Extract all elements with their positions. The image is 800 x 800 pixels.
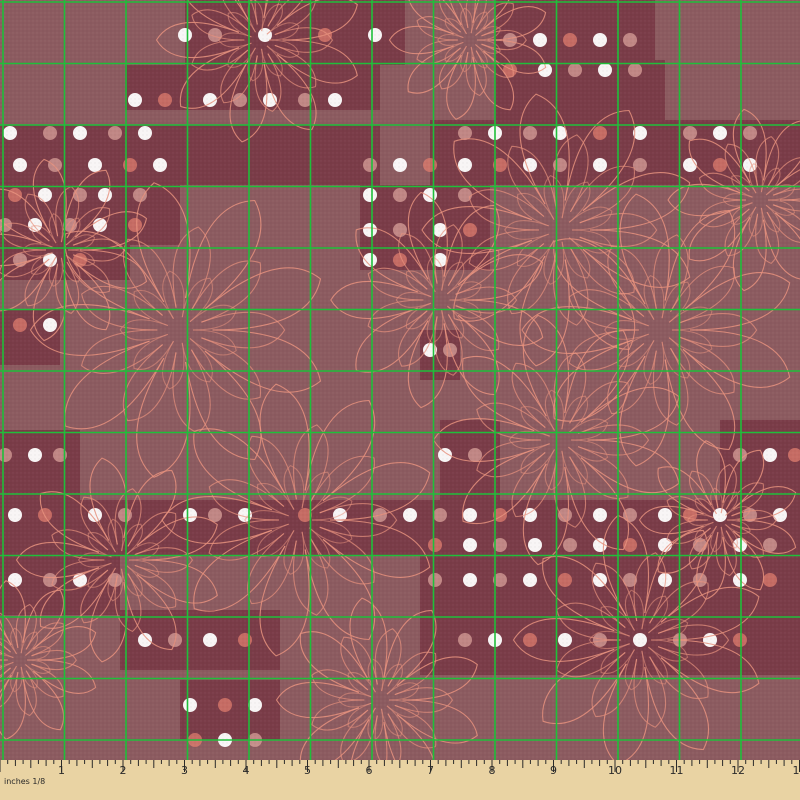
ruler-label: 12: [731, 764, 745, 777]
inch-ruler: 12345678910111213 inches 1/8: [0, 760, 800, 800]
ruler-label: 4: [243, 764, 250, 777]
ruler-label: 8: [489, 764, 496, 777]
ruler-label: 6: [366, 764, 373, 777]
ruler-label: 3: [181, 764, 188, 777]
ruler-unit-label: inches 1/8: [4, 777, 45, 786]
fabric-pattern-swatch: [0, 0, 800, 760]
ruler-label: 10: [608, 764, 622, 777]
ruler-label: 1: [58, 764, 65, 777]
ruler-label: 5: [304, 764, 311, 777]
ruler-label: 9: [550, 764, 557, 777]
ruler-label: 7: [427, 764, 434, 777]
ruler-label: 2: [120, 764, 127, 777]
ruler-label: 13: [793, 764, 800, 777]
ruler-label: 11: [670, 764, 684, 777]
